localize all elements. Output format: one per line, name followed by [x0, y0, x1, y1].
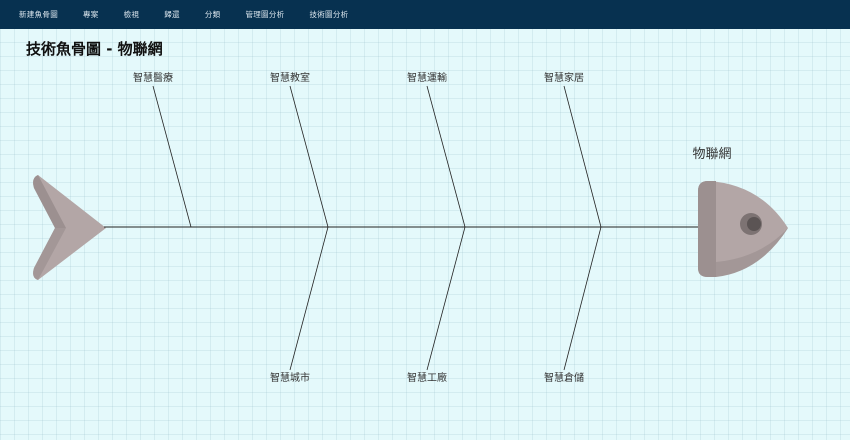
fishbone-diagram: 智慧醫療 智慧教室 智慧運輸 智慧家居 智慧城市 智慧工廠 智慧倉儲 物聯網 — [33, 71, 788, 384]
top-bone-1 — [152, 85, 192, 228]
bottom-bone-2 — [426, 226, 466, 371]
branch-label-smart-city[interactable]: 智慧城市 — [270, 371, 310, 384]
fish-head — [698, 181, 788, 277]
branch-label-smart-classroom[interactable]: 智慧教室 — [270, 71, 310, 84]
branch-label-smart-warehouse[interactable]: 智慧倉儲 — [544, 371, 584, 384]
branch-label-smart-home[interactable]: 智慧家居 — [544, 71, 584, 84]
branch-label-smart-healthcare[interactable]: 智慧醫療 — [133, 71, 173, 84]
branch-label-smart-factory[interactable]: 智慧工廠 — [407, 371, 447, 384]
top-bone-4 — [563, 85, 602, 228]
bottom-bone-1 — [289, 226, 329, 371]
branch-label-smart-transport[interactable]: 智慧運輸 — [407, 71, 447, 84]
fish-tail — [33, 175, 106, 280]
bottom-bone-3 — [563, 226, 602, 371]
top-bone-3 — [426, 85, 466, 228]
top-bone-2 — [289, 85, 329, 228]
fish-head-label[interactable]: 物聯網 — [692, 147, 731, 162]
